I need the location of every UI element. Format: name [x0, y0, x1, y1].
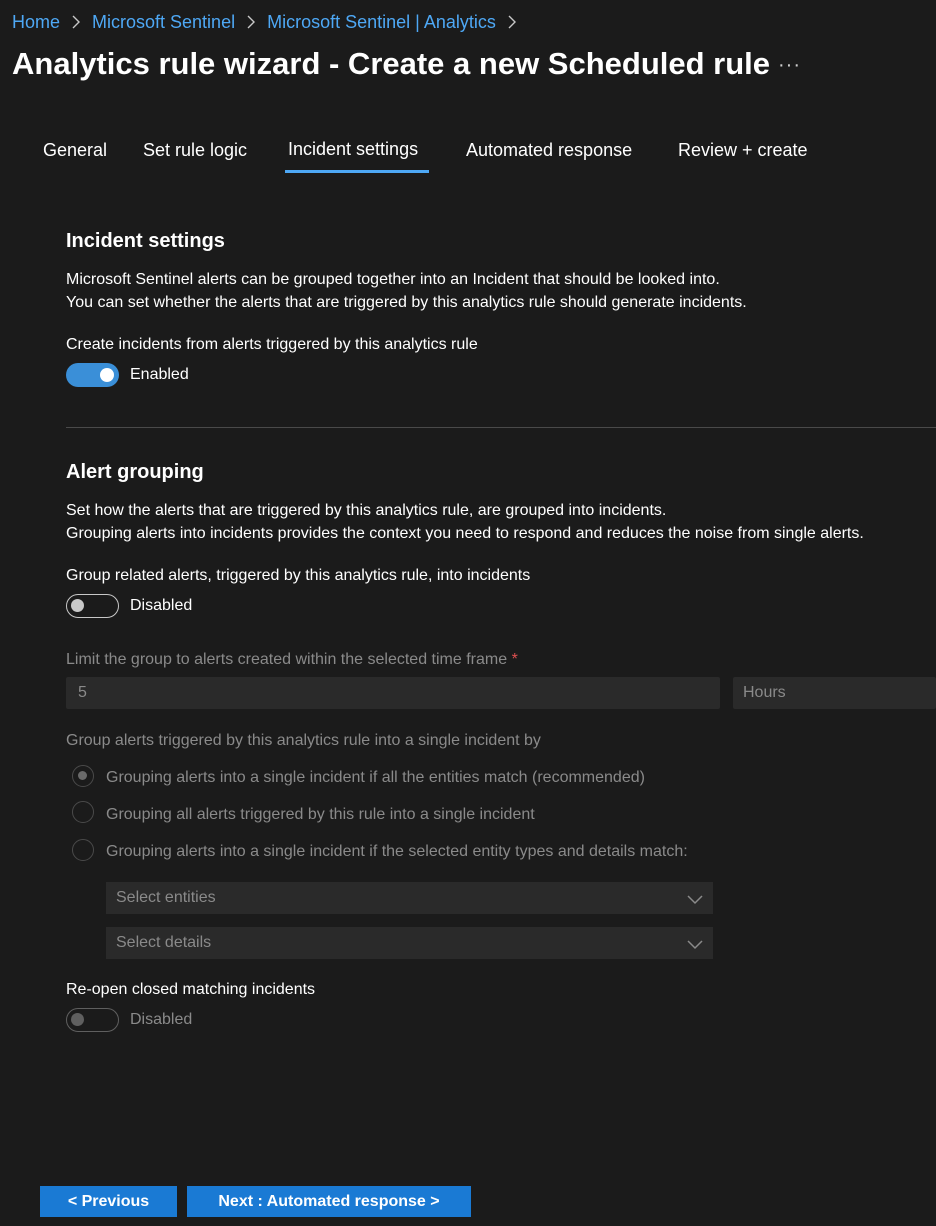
create-incidents-label: Create incidents from alerts triggered b… [66, 336, 478, 353]
tab-set-rule-logic[interactable]: Set rule logic [143, 140, 247, 161]
more-options-icon[interactable]: ··· [778, 54, 801, 77]
alert-grouping-heading: Alert grouping [66, 461, 204, 483]
section-divider [66, 427, 936, 428]
limit-timeframe-label: Limit the group to alerts created within… [66, 651, 518, 669]
toggle-knob [71, 599, 84, 612]
create-incidents-toggle-label: Enabled [130, 366, 189, 383]
limit-timeframe-input[interactable]: 5 [66, 677, 720, 709]
breadcrumb: Home Microsoft Sentinel Microsoft Sentin… [12, 10, 528, 34]
select-details-dropdown[interactable]: Select details [106, 927, 713, 959]
group-by-label: Group alerts triggered by this analytics… [66, 732, 541, 749]
tab-automated-response[interactable]: Automated response [466, 140, 632, 161]
limit-timeframe-unit-select[interactable]: Hours [733, 677, 936, 709]
select-entities-placeholder: Select entities [116, 889, 216, 906]
next-automated-response-button[interactable]: Next : Automated response > [187, 1186, 471, 1217]
limit-timeframe-text: Limit the group to alerts created within… [66, 651, 508, 668]
group-related-alerts-label: Group related alerts, triggered by this … [66, 567, 531, 584]
radio-all-alerts-single-label: Grouping all alerts triggered by this ru… [106, 806, 535, 823]
radio-all-alerts-single[interactable] [72, 801, 94, 823]
radio-selected-entities-match-label: Grouping alerts into a single incident i… [106, 843, 688, 860]
radio-selected-entities-match[interactable] [72, 839, 94, 861]
breadcrumb-sentinel[interactable]: Microsoft Sentinel [92, 12, 235, 33]
breadcrumb-home[interactable]: Home [12, 12, 60, 33]
chevron-right-icon [508, 15, 516, 29]
reopen-incidents-toggle-label: Disabled [130, 1011, 193, 1028]
reopen-incidents-toggle[interactable] [66, 1008, 119, 1032]
tab-incident-settings[interactable]: Incident settings [288, 139, 418, 160]
select-entities-dropdown[interactable]: Select entities [106, 882, 713, 914]
group-related-alerts-toggle[interactable] [66, 594, 119, 618]
previous-button[interactable]: < Previous [40, 1186, 177, 1217]
chevron-right-icon [72, 15, 81, 29]
toggle-knob [71, 1013, 84, 1026]
chevron-right-icon [247, 15, 256, 29]
incident-settings-heading: Incident settings [66, 230, 225, 252]
reopen-incidents-label: Re-open closed matching incidents [66, 981, 316, 998]
page-title: Analytics rule wizard - Create a new Sch… [12, 46, 771, 81]
required-asterisk: * [511, 651, 518, 668]
alert-grouping-description-1: Set how the alerts that are triggered by… [66, 502, 667, 519]
incident-settings-description-2: You can set whether the alerts that are … [66, 294, 747, 311]
chevron-down-icon [687, 937, 703, 955]
breadcrumb-analytics[interactable]: Microsoft Sentinel | Analytics [267, 12, 496, 33]
tab-selected-indicator [285, 170, 429, 173]
tab-general[interactable]: General [43, 140, 107, 161]
create-incidents-toggle[interactable] [66, 363, 119, 387]
radio-all-entities-match-label: Grouping alerts into a single incident i… [106, 769, 645, 786]
alert-grouping-description-2: Grouping alerts into incidents provides … [66, 525, 864, 542]
toggle-knob [100, 368, 114, 382]
radio-all-entities-match[interactable] [72, 765, 94, 787]
group-related-alerts-toggle-label: Disabled [130, 597, 193, 614]
tab-review-create[interactable]: Review + create [678, 140, 808, 161]
incident-settings-description-1: Microsoft Sentinel alerts can be grouped… [66, 271, 720, 288]
chevron-down-icon [687, 892, 703, 910]
select-details-placeholder: Select details [116, 934, 212, 951]
